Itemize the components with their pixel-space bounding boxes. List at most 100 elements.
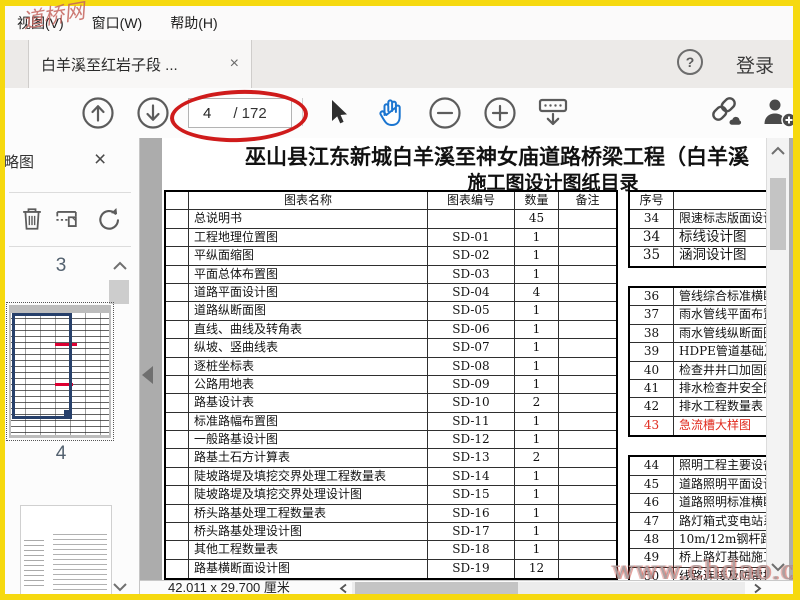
next-page-button[interactable] [135, 95, 171, 131]
table-cell: 1 [515, 339, 559, 357]
table-cell [166, 467, 189, 486]
thumbnail-page-4[interactable] [20, 505, 112, 594]
table-cell: 36 [630, 287, 674, 306]
table-row: 46 道路照明标准横断 [630, 494, 766, 513]
scroll-right-icon[interactable] [752, 583, 763, 594]
select-tool-button[interactable] [319, 95, 355, 131]
table-cell: 2 [515, 449, 559, 467]
table-cell: 40 [630, 361, 674, 379]
hand-tool-button[interactable] [372, 95, 408, 131]
table-cell [559, 339, 616, 356]
table-cell: 46 [630, 494, 674, 512]
add-account-button[interactable] [762, 95, 798, 131]
scroll-up-icon[interactable] [770, 146, 786, 157]
horizontal-scrollbar[interactable] [352, 582, 745, 594]
crop-page-icon[interactable] [52, 204, 82, 234]
table-cell: 线路连接及防雷接 [679, 568, 766, 580]
table-row: 总说明书 45 [166, 210, 616, 229]
table-row: 逐桩坐标表 SD-08 1 [166, 357, 616, 376]
table-cell: SD-08 [428, 357, 515, 375]
delete-page-icon[interactable] [17, 204, 47, 234]
page-number-input[interactable]: 4 / 172 [188, 98, 292, 128]
table-cell [166, 228, 189, 247]
scroll-left-icon[interactable] [338, 583, 349, 594]
table-cell: 34 [630, 228, 674, 247]
menu-view[interactable]: 视图(V) [17, 13, 64, 33]
table-cell: 44 [630, 457, 674, 475]
sidebar-scroll-down[interactable] [111, 581, 129, 593]
table-cell: 陡坡路堤及填挖交界处理设计图 [189, 486, 428, 504]
table-cell [166, 265, 189, 283]
table-row: 一般路基设计图 SD-12 1 [166, 431, 616, 450]
table-row: 道路纵断面图 SD-05 1 [166, 302, 616, 321]
menu-window[interactable]: 窗口(W) [92, 13, 143, 33]
thumbnail-page-3[interactable] [6, 302, 114, 441]
horizontal-scrollbar-thumb[interactable] [355, 582, 518, 594]
zoom-in-button[interactable] [482, 95, 518, 131]
table-cell: SD-11 [428, 412, 515, 431]
table-cell [166, 449, 189, 467]
menu-help[interactable]: 帮助(H) [170, 13, 217, 33]
table-gap [628, 268, 766, 286]
zoom-out-button[interactable] [427, 95, 463, 131]
table-cell: 道路纵断面图 [189, 302, 428, 320]
table-cell: 数量 [515, 192, 559, 210]
help-icon[interactable]: ? [677, 49, 703, 75]
status-bar: 42.011 x 29.700 厘米 [140, 580, 793, 594]
table-cell [166, 339, 189, 357]
thumbnail-view-rectangle[interactable] [12, 313, 72, 419]
table-cell: 10m/12m钢杆路灯 [679, 532, 766, 547]
table-cell: SD-05 [428, 302, 515, 320]
collapse-sidebar-handle[interactable] [142, 366, 153, 384]
table-cell: 43 [630, 416, 674, 436]
table-row: 工程地理位置图 SD-01 1 [166, 228, 616, 248]
login-button[interactable]: 登录 [736, 51, 774, 78]
table-cell: 雨水管线平面布置 [679, 307, 766, 322]
table-cell: 1 [515, 412, 559, 431]
table-cell [559, 247, 616, 264]
table-row: 50 线路连接及防雷接 [630, 567, 766, 580]
table-row: 路基横断面设计图 SD-19 12 [166, 559, 616, 579]
table-cell [559, 449, 616, 466]
table-cell: 47 [630, 512, 674, 531]
table-cell: SD-03 [428, 265, 515, 283]
tab-close-icon[interactable]: × [222, 55, 239, 73]
table-row: 直线、曲线及转角表 SD-06 1 [166, 320, 616, 340]
thumbnail-4-lines [53, 530, 107, 590]
table-cell: 其他工程数量表 [189, 541, 428, 559]
vertical-scrollbar[interactable] [766, 138, 789, 580]
table-cell: 路基设计表 [189, 394, 428, 412]
table-row: 43 急流槽大样图 [630, 416, 766, 436]
table-cell: 1 [515, 247, 559, 265]
fit-width-button[interactable] [535, 95, 571, 131]
rotate-page-icon[interactable] [93, 204, 123, 234]
previous-page-button[interactable] [80, 95, 116, 131]
sidebar-scrollbar-thumb[interactable] [109, 280, 129, 304]
table-cell: 图表编号 [428, 192, 515, 210]
table-row: 图表名称 图表编号 数量 备注 [166, 192, 616, 211]
table-row: 42 排水工程数量表 [630, 398, 766, 417]
left-table: 图表名称 图表编号 数量 备注 总说明书 45 工程地理位置图 SD-01 1 平纵面缩图 SD-0… [164, 190, 618, 580]
table-cell [559, 321, 616, 338]
table-row: 平面总体布置图 SD-03 1 [166, 265, 616, 284]
panel-divider [9, 192, 131, 193]
table-cell: 1 [515, 431, 559, 449]
table-cell [559, 376, 616, 393]
view-rectangle-handle[interactable] [64, 410, 72, 418]
table-cell [166, 523, 189, 541]
table-cell [428, 210, 515, 228]
table-cell: 49 [630, 549, 674, 567]
sidebar-scroll-up[interactable] [111, 260, 129, 272]
panel-close-icon[interactable]: × [94, 148, 106, 172]
scroll-down-icon[interactable] [770, 561, 786, 572]
tab-title: 白羊溪至红岩子段 ... [41, 56, 178, 74]
table-cell [166, 559, 189, 579]
vertical-scrollbar-thumb[interactable] [770, 178, 786, 250]
table-cell: SD-02 [428, 247, 515, 265]
share-link-button[interactable] [709, 95, 745, 131]
table-cell [166, 302, 189, 320]
table-cell: 1 [515, 302, 559, 320]
table-cell: 4 [515, 283, 559, 302]
document-tab[interactable]: 白羊溪至红岩子段 ... × [28, 40, 252, 88]
table-cell: 41 [630, 379, 674, 398]
